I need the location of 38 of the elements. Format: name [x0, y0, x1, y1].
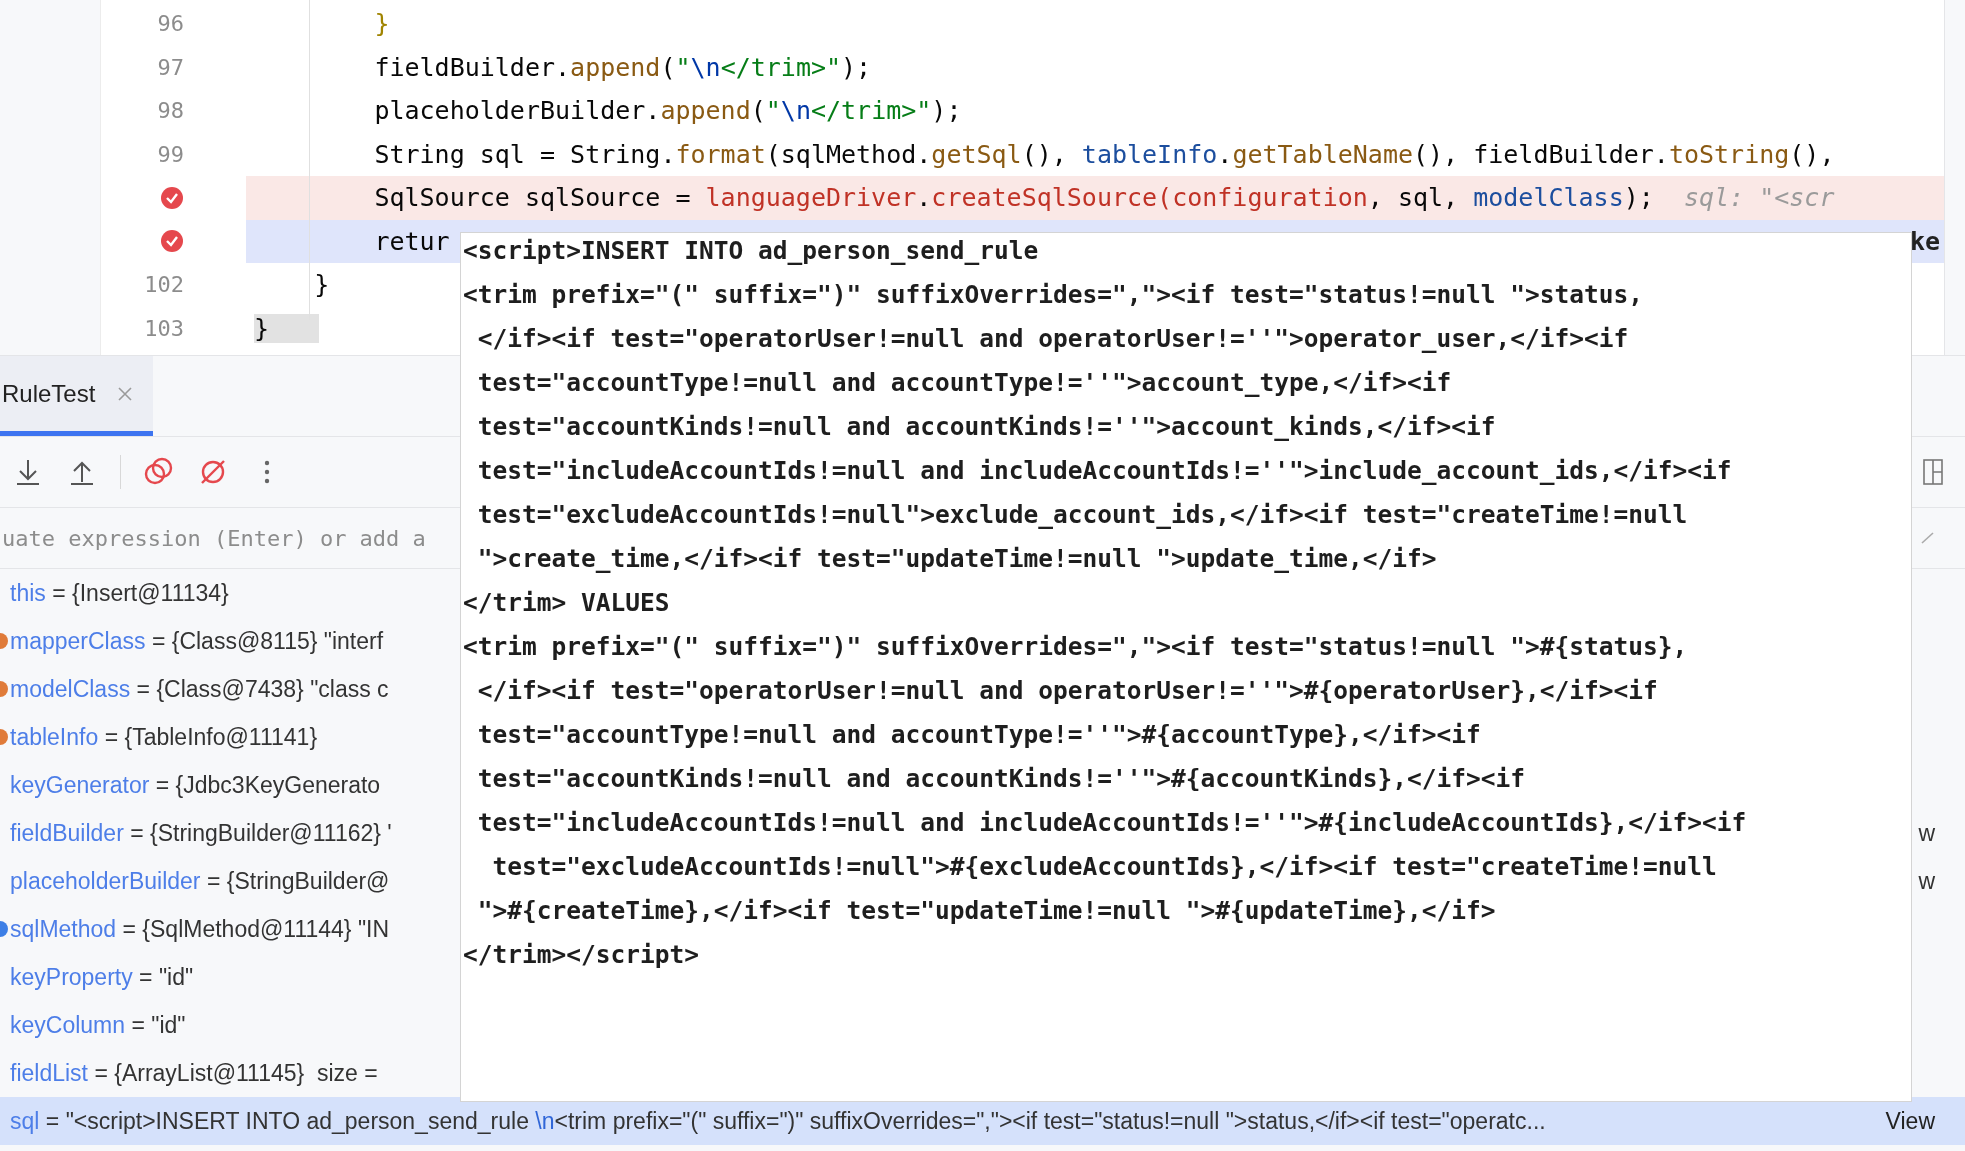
tooltip-text-line: test="accountType!=null and accountType!=''">account_type,</if><if	[476, 367, 1453, 399]
tooltip-text-line: test="includeAccountIds!=null and includeAccountIds!=''">#{includeAccountIds},</if><if	[476, 807, 1748, 839]
line-number: 102	[144, 272, 184, 298]
tooltip-text-line: test="accountKinds!=null and accountKinds!=''">account_kinds,</if><if	[476, 411, 1497, 443]
line-number: 99	[157, 141, 184, 167]
code-line: }	[373, 9, 390, 39]
tooltip-text-line: test="includeAccountIds!=null and includeAccountIds!=''">include_account_ids,</if><if	[476, 455, 1733, 487]
variable-entry: modelClass = {Class@7438} "class c	[10, 675, 389, 703]
code-fragment: ke	[1909, 226, 1940, 256]
tooltip-text-line: </if><if test="operatorUser!=null and operatorUser!=''">#{operatorUser},</if><if	[476, 675, 1659, 707]
code-line: fieldBuilder.append("\n</trim>");	[373, 52, 872, 82]
code-line: SqlSource sqlSource = languageDriver.createSqlSource(configuration, sql, modelClass); sql: "<scr	[373, 183, 1835, 213]
tooltip-text-line: test="accountType!=null and accountType!=''">#{accountType},</if><if	[476, 719, 1482, 751]
line-number: 96	[157, 11, 184, 37]
tooltip-text-line: <script>INSERT INTO ad_person_send_rule	[463, 235, 1040, 267]
variable-entry: sql = "<script>INSERT INTO ad_person_send_rule \n<trim prefix="(" suffix=")" suffixOverrides=","><if test="status!=null ">status,</if><if test="operatc...	[10, 1107, 1546, 1135]
line-number: 98	[157, 98, 184, 124]
tooltip-text-line: test="accountKinds!=null and accountKinds!=''">#{accountKinds},</if><if	[476, 763, 1527, 795]
variable-entry: keyColumn = "id"	[10, 1011, 186, 1039]
code-line: retur	[373, 226, 450, 256]
variable-entry: mapperClass = {Class@8115} "interf	[10, 627, 384, 655]
tooltip-text-line: </trim></script>	[463, 939, 700, 971]
tooltip-text-line: ">#{createTime},</if><if test="updateTime!=null ">#{updateTime},</if>	[476, 895, 1497, 927]
code-line: }	[313, 270, 330, 300]
variable-entry: sqlMethod = {SqlMethod@11144} "IN	[10, 915, 390, 943]
variable-entry: tableInfo = {TableInfo@11141}	[10, 723, 318, 751]
tooltip-text-line: ">create_time,</if><if test="updateTime!=null ">update_time,</if>	[476, 543, 1438, 575]
variable-entry: fieldList = {ArrayList@11145} size =	[10, 1059, 378, 1087]
tooltip-text-line: test="excludeAccountIds!=null">exclude_account_ids,</if><if test="createTime!=null	[476, 499, 1689, 531]
tooltip-text-line: test="excludeAccountIds!=null">#{excludeAccountIds},</if><if test="createTime!=null	[491, 851, 1718, 883]
line-number: 97	[157, 54, 184, 80]
tooltip-text-line: </if><if test="operatorUser!=null and operatorUser!=''">operator_user,</if><if	[476, 323, 1630, 355]
code-line: String sql = String.format(sqlMethod.getSql(), tableInfo.getTableName(), fieldBuilder.toString(),	[373, 139, 1835, 169]
tooltip-text-line: <trim prefix="(" suffix=")" suffixOverrides=","><if test="status!=null ">status,	[463, 279, 1645, 311]
line-number: 103	[144, 315, 184, 341]
code-line: placeholderBuilder.append("\n</trim>");	[373, 96, 962, 126]
tooltip-text-line: </trim> VALUES	[463, 587, 671, 619]
tooltip-text-line: <trim prefix="(" suffix=")" suffixOverrides=","><if test="status!=null ">#{status},	[463, 631, 1689, 663]
